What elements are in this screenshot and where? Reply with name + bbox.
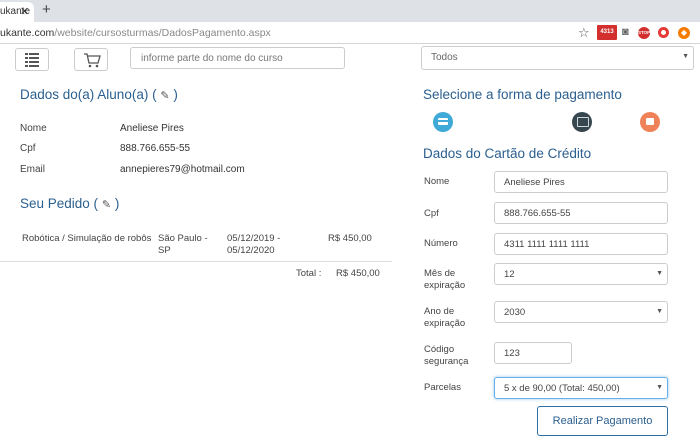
security-code-label: Código segurança <box>424 344 469 367</box>
new-tab-icon[interactable]: + <box>42 1 51 18</box>
extension-icon[interactable]: ◆ <box>678 27 690 39</box>
credit-card-icon[interactable] <box>433 112 453 132</box>
student-name-value: Aneliese Pires <box>120 123 184 134</box>
student-cpf-label: Cpf <box>20 143 36 154</box>
chevron-down-icon: ▼ <box>656 270 663 277</box>
chevron-down-icon: ▼ <box>656 308 663 315</box>
edit-order-icon[interactable]: ✎ <box>102 198 111 211</box>
payment-method-title: Selecione a forma de pagamento <box>423 87 622 102</box>
student-section-title: Dados do(a) Aluno(a) ( ✎ ) <box>20 87 178 102</box>
url-path: /website/cursosturmas/DadosPagamento.asp… <box>54 27 271 39</box>
submit-payment-button[interactable]: Realizar Pagamento <box>537 406 668 436</box>
bookmark-star-icon[interactable]: ☆ <box>578 25 590 40</box>
installments-label: Parcelas <box>424 382 461 393</box>
url-text[interactable]: ukante.com/website/cursosturmas/DadosPag… <box>0 27 271 39</box>
cart-button[interactable] <box>74 48 108 71</box>
url-host: ukante.com <box>0 27 55 39</box>
bank-transfer-icon[interactable] <box>640 112 660 132</box>
expiry-year-label: Ano de expiração <box>424 306 466 329</box>
installments-value: 5 x de 90,00 (Total: 450,00) <box>504 383 620 394</box>
edit-student-icon[interactable]: ✎ <box>160 89 169 102</box>
order-city: São Paulo - SP <box>158 233 208 256</box>
card-number-label: Número <box>424 238 458 249</box>
expiry-year-value: 2030 <box>504 307 526 318</box>
chevron-down-icon: ▼ <box>682 53 689 60</box>
student-cpf-value: 888.766.655-55 <box>120 143 191 154</box>
opera-extension-icon[interactable] <box>658 27 669 38</box>
browser-tab[interactable]: ukante ✕ <box>0 2 34 22</box>
chevron-down-icon: ▼ <box>656 384 663 391</box>
security-code-input[interactable]: 123 <box>494 342 572 364</box>
student-email-label: Email <box>20 164 46 175</box>
camera-extension-icon[interactable]: ◙ <box>622 25 629 40</box>
expiry-month-label: Mês de expiração <box>424 268 466 291</box>
list-button[interactable] <box>15 48 49 71</box>
card-section-title: Dados do Cartão de Crédito <box>423 146 592 161</box>
order-total-label: Total : <box>296 268 322 279</box>
order-total-value: R$ 450,00 <box>336 268 380 279</box>
stop-extension-icon[interactable]: STOP <box>638 27 650 39</box>
address-bar[interactable]: ukante.com/website/cursosturmas/DadosPag… <box>0 22 700 44</box>
student-name-label: Nome <box>20 123 47 134</box>
order-course: Robótica / Simulação de robôs <box>22 233 152 244</box>
cart-icon <box>84 53 101 68</box>
boleto-icon[interactable] <box>572 112 592 132</box>
installments-select[interactable]: 5 x de 90,00 (Total: 450,00) ▼ <box>494 377 668 399</box>
card-cpf-label: Cpf <box>424 208 439 219</box>
list-icon <box>25 53 39 67</box>
order-section-title: Seu Pedido ( ✎ ) <box>20 196 120 211</box>
expiry-month-select[interactable]: 12 ▼ <box>494 263 668 285</box>
order-price: R$ 450,00 <box>328 233 372 244</box>
card-number-input[interactable]: 4311 1111 1111 1111 <box>494 233 668 255</box>
course-filter-select[interactable]: Todos ▼ <box>421 46 694 70</box>
close-icon[interactable]: ✕ <box>20 5 29 18</box>
expiry-month-value: 12 <box>504 269 515 280</box>
card-name-label: Nome <box>424 176 450 187</box>
order-divider <box>0 261 392 262</box>
browser-tabbar: ukante ✕ + <box>0 0 700 22</box>
card-name-input[interactable]: Aneliese Pires <box>494 171 668 193</box>
expiry-year-select[interactable]: 2030 ▼ <box>494 301 668 323</box>
search-input[interactable] <box>130 47 345 69</box>
course-filter-value: Todos <box>431 52 458 63</box>
student-email-value: annepieres79@hotmail.com <box>120 164 245 175</box>
card-cpf-input[interactable]: 888.766.655-55 <box>494 202 668 224</box>
mail-extension-icon[interactable]: 4313 <box>597 25 617 40</box>
order-period: 05/12/2019 - 05/12/2020 <box>227 233 281 256</box>
